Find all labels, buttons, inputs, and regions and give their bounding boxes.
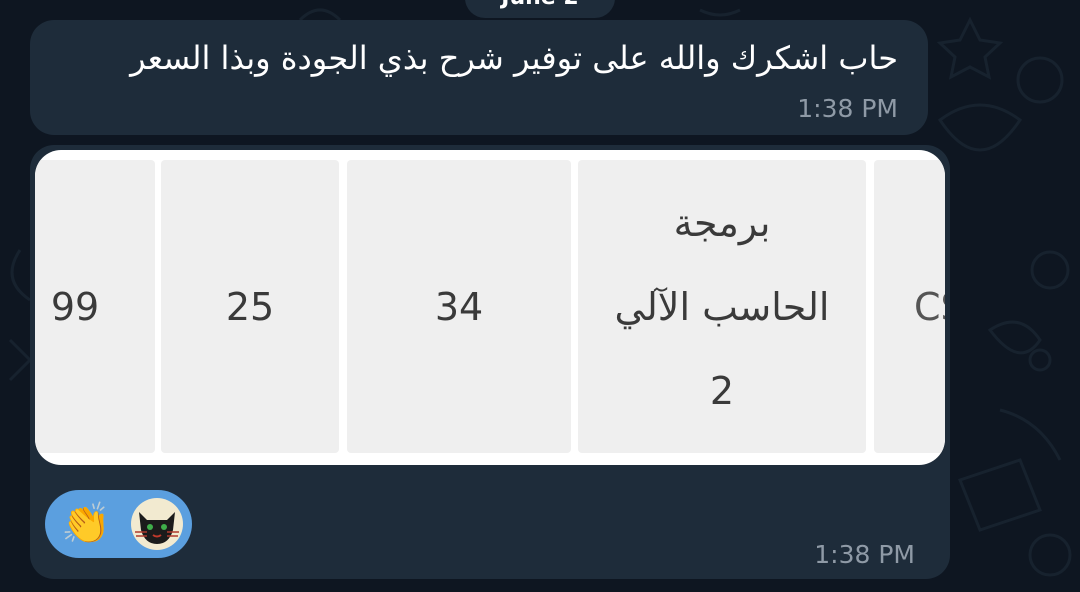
message-time: 1:38 PM (797, 94, 898, 123)
table-cell: 34 (347, 160, 571, 453)
date-chip: June 2 (465, 0, 615, 18)
table-cell-value: CS (914, 284, 945, 329)
photo-message-bubble[interactable]: 99 25 34 برمجة الحاسب الآلي 2 CS 👏 (30, 145, 950, 579)
table-cell-value: 99 (50, 284, 100, 329)
table-cell: 25 (161, 160, 339, 453)
clapping-hands-icon: 👏 (61, 501, 111, 547)
photo-attachment[interactable]: 99 25 34 برمجة الحاسب الآلي 2 CS (35, 150, 945, 465)
reaction-pill[interactable]: 👏 (45, 490, 192, 558)
subject-line-2: الحاسب الآلي (614, 284, 830, 329)
message-time: 1:38 PM (814, 540, 915, 569)
date-chip-label: June 2 (465, 0, 615, 10)
cat-avatar-icon[interactable] (131, 498, 183, 550)
subject-line-1: برمجة (673, 200, 771, 245)
table-cell: CS (874, 160, 945, 453)
table-cell-value: 34 (434, 284, 484, 329)
subject-line-3: 2 (709, 368, 735, 413)
table-cell-subject: برمجة الحاسب الآلي 2 (578, 160, 866, 453)
table-cell-value: 25 (225, 284, 275, 329)
message-text: حاب اشكرك والله على توفير شرح بذي الجودة… (130, 39, 898, 77)
table-cell: 99 (35, 160, 155, 453)
message-bubble[interactable]: حاب اشكرك والله على توفير شرح بذي الجودة… (30, 20, 928, 135)
